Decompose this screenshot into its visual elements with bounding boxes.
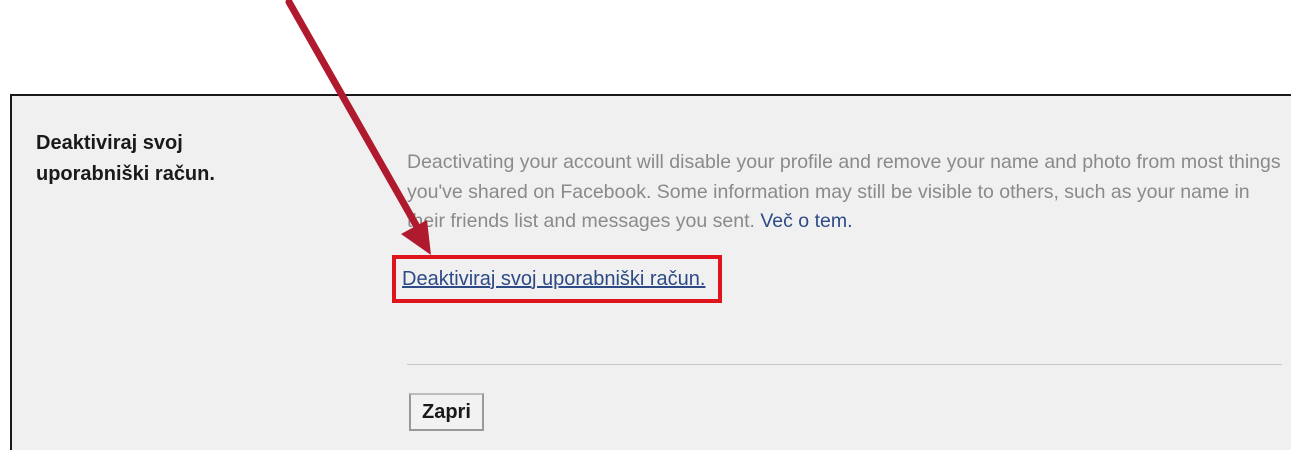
deactivate-account-link[interactable]: Deaktiviraj svoj uporabniški račun. [402,268,705,290]
learn-more-link[interactable]: Več o tem. [760,210,852,232]
close-button[interactable]: Zapri [409,393,484,431]
deactivate-description: Deactivating your account will disable y… [407,148,1287,237]
deactivate-account-panel: Deaktiviraj svoj uporabniški račun. Deac… [10,94,1291,450]
section-divider [407,364,1282,365]
section-title: Deaktiviraj svoj uporabniški račun. [36,132,215,185]
deactivate-link-highlight: Deaktiviraj svoj uporabniški račun. [392,254,723,303]
deactivate-content: Deactivating your account will disable y… [392,148,1287,303]
screenshot-stage: Deaktiviraj svoj uporabniški račun. Deac… [0,0,1291,450]
